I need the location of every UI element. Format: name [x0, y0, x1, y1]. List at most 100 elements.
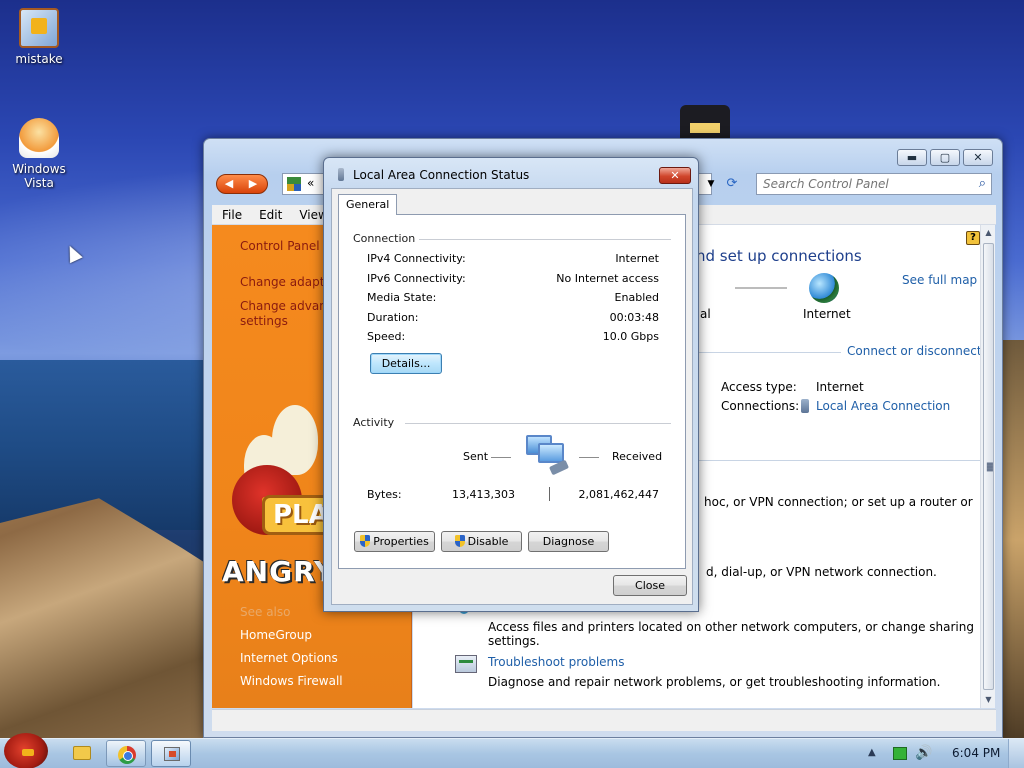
duration-value: 00:03:48	[609, 311, 659, 324]
network-label-fragment: al	[700, 307, 711, 321]
desktop-icon-windows-vista[interactable]: Windows Vista	[4, 118, 74, 190]
refresh-button[interactable]: ⟳	[722, 175, 742, 193]
tray-network-icon[interactable]	[893, 747, 907, 760]
received-line	[579, 457, 599, 458]
connect-network-desc: d, dial-up, or VPN network connection.	[706, 565, 937, 579]
troubleshoot-icon	[455, 655, 477, 673]
taskbar-clock[interactable]: 6:04 PM	[952, 746, 1000, 760]
disable-button-label: Disable	[467, 535, 509, 548]
scroll-grip-icon: ▬ ▬ ▬	[986, 459, 994, 474]
desktop-icon-label: mistake	[15, 52, 63, 66]
search-icon[interactable]: ⌕	[979, 176, 986, 191]
menu-edit[interactable]: Edit	[249, 205, 289, 223]
disable-button[interactable]: Disable	[441, 531, 522, 552]
diagnose-button[interactable]: Diagnose	[528, 531, 609, 552]
tray-expand-arrow-icon[interactable]: ▲	[868, 747, 876, 758]
start-button[interactable]	[4, 733, 48, 768]
properties-button[interactable]: Properties	[354, 531, 435, 552]
taskbar: ▲ 🔊 6:04 PM	[0, 733, 1024, 768]
internet-options-link[interactable]: Internet Options	[240, 651, 338, 665]
maximize-button[interactable]: ▢	[930, 149, 960, 166]
taskbar-chrome-button[interactable]	[106, 740, 146, 767]
details-button[interactable]: Details...	[370, 353, 442, 374]
desktop-icon-label: Windows Vista	[12, 162, 66, 190]
play-badge: PLA	[262, 495, 332, 535]
connections-label: Connections:	[721, 399, 800, 413]
change-advanced-link-line2[interactable]: settings	[240, 314, 288, 328]
see-full-map-link[interactable]: See full map	[902, 273, 977, 287]
activity-group-label: Activity	[353, 416, 395, 429]
homegroup-link[interactable]: HomeGroup	[240, 628, 312, 642]
folder-icon	[73, 746, 91, 760]
properties-button-label: Properties	[373, 535, 429, 548]
desktop-icon-mistake[interactable]: mistake	[4, 8, 74, 66]
status-bar	[212, 709, 996, 731]
control-panel-icon	[287, 177, 301, 191]
map-connector-line	[735, 287, 787, 289]
taskbar-network-button[interactable]	[151, 740, 191, 767]
scroll-thumb[interactable]: ▬ ▬ ▬	[983, 243, 994, 690]
ipv4-label: IPv4 Connectivity:	[367, 252, 466, 265]
access-type-value: Internet	[816, 380, 864, 394]
dialog-title: Local Area Connection Status	[353, 168, 530, 182]
network-plug-icon	[338, 168, 344, 181]
close-icon: ✕	[973, 151, 983, 164]
minimize-icon: ▬	[906, 151, 918, 164]
group-divider	[405, 423, 671, 424]
section-divider	[699, 352, 841, 353]
duration-label: Duration:	[367, 311, 419, 324]
troubleshoot-desc: Diagnose and repair network problems, or…	[488, 675, 941, 689]
desktop-cliff	[1000, 340, 1024, 740]
egg-cup-icon	[19, 118, 59, 158]
network-center-icon	[164, 747, 180, 761]
navigation-buttons: ◀ ▶	[216, 174, 268, 194]
address-dropdown-button[interactable]: ▼	[704, 175, 718, 193]
group-divider	[419, 239, 671, 240]
bytes-sent-value: 13,413,303	[452, 488, 515, 501]
speed-label: Speed:	[367, 330, 406, 343]
media-state-label: Media State:	[367, 291, 437, 304]
monitor-icon	[538, 443, 564, 463]
tray-volume-icon[interactable]: 🔊	[915, 745, 932, 761]
local-area-connection-status-dialog: Local Area Connection Status ✕ General C…	[323, 157, 699, 612]
taskbar-explorer-button[interactable]	[62, 740, 102, 767]
breadcrumb-chevron-icon[interactable]: «	[307, 176, 314, 190]
change-advanced-link[interactable]: Change advanc	[240, 299, 333, 313]
control-panel-home-link[interactable]: Control Panel H	[240, 239, 332, 253]
troubleshoot-problems-link[interactable]: Troubleshoot problems	[488, 655, 624, 669]
chrome-icon	[118, 746, 136, 764]
windows-firewall-link[interactable]: Windows Firewall	[240, 674, 343, 688]
vertical-scrollbar[interactable]: ▲ ▬ ▬ ▬ ▼	[980, 225, 995, 708]
ipv6-value: No Internet access	[556, 272, 659, 285]
dialog-close-button[interactable]: ✕	[659, 167, 691, 184]
local-area-connection-link[interactable]: Local Area Connection	[816, 399, 950, 413]
minimize-button[interactable]: ▬	[897, 149, 927, 166]
connect-or-disconnect-link[interactable]: Connect or disconnect	[847, 344, 982, 358]
scroll-down-arrow-icon[interactable]: ▼	[981, 692, 996, 708]
sent-label: Sent	[463, 450, 489, 463]
show-desktop-button[interactable]	[1008, 739, 1024, 768]
search-input[interactable]	[757, 174, 962, 194]
internet-label: Internet	[803, 307, 851, 321]
speed-value: 10.0 Gbps	[602, 330, 659, 343]
close-dialog-button[interactable]: Close	[613, 575, 687, 596]
received-label: Received	[612, 450, 663, 463]
close-icon: ✕	[670, 169, 680, 182]
menu-file[interactable]: File	[212, 205, 249, 223]
page-title: nd set up connections	[696, 247, 862, 265]
forward-button[interactable]: ▶	[241, 175, 265, 193]
see-also-heading: See also	[240, 605, 291, 619]
ipv4-value: Internet	[615, 252, 659, 265]
shield-icon	[454, 535, 465, 547]
help-icon[interactable]: ?	[966, 231, 980, 245]
close-button[interactable]: ✕	[963, 149, 993, 166]
back-button[interactable]: ◀	[217, 175, 241, 193]
network-activity-icon	[524, 433, 570, 476]
scroll-up-arrow-icon[interactable]: ▲	[981, 225, 996, 241]
section-divider	[699, 460, 985, 461]
general-tab-panel: Connection IPv4 Connectivity: Internet I…	[338, 214, 686, 569]
connection-group-label: Connection	[353, 232, 416, 245]
media-state-value: Enabled	[614, 291, 659, 304]
tab-general[interactable]: General	[338, 194, 398, 215]
sent-line	[491, 457, 511, 458]
